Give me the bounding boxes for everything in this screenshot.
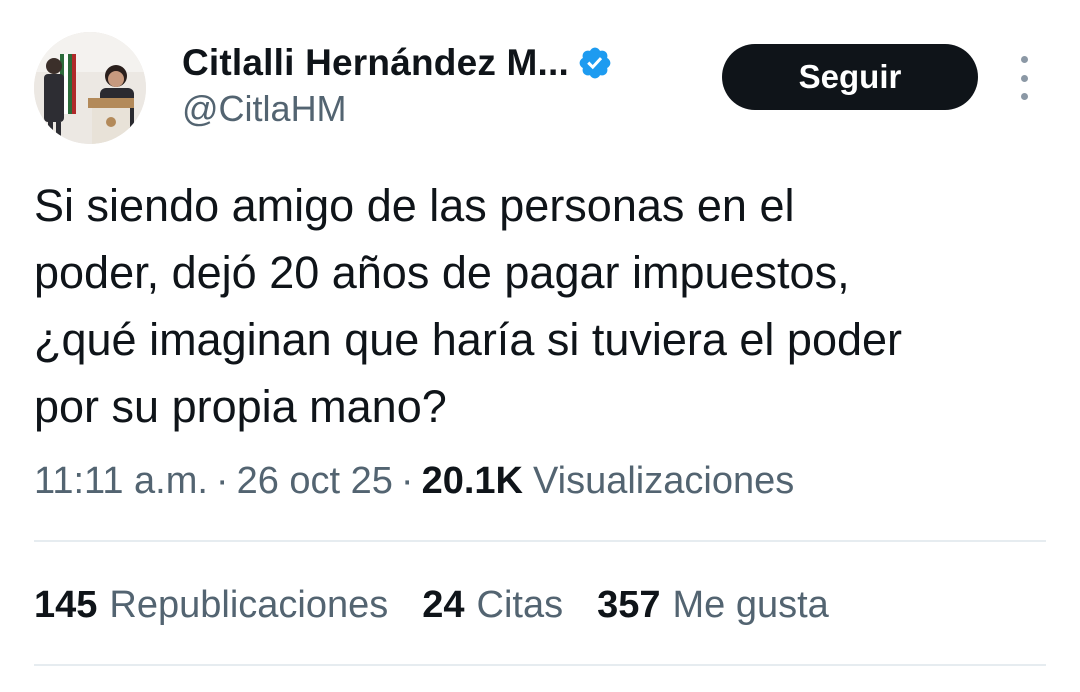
quotes-stat[interactable]: 24 Citas: [422, 584, 563, 627]
tweet-text: Si siendo amigo de las personas en el po…: [34, 172, 1044, 440]
divider: [34, 540, 1046, 542]
author-handle[interactable]: @CitlaHM: [182, 88, 347, 130]
avatar-photo: [34, 32, 146, 144]
tweet-time[interactable]: 11:11 a.m.: [34, 460, 208, 503]
more-dot: [1020, 56, 1028, 63]
engagement-stats: 145 Republicaciones 24 Citas 357 Me gusta: [34, 584, 863, 627]
quotes-label: Citas: [476, 584, 564, 626]
meta-separator: ·: [215, 460, 229, 502]
avatar[interactable]: [34, 32, 146, 144]
likes-label: Me gusta: [672, 584, 829, 626]
meta-separator: ·: [400, 460, 414, 502]
divider: [34, 664, 1046, 666]
likes-count: 357: [597, 584, 661, 626]
tweet-date[interactable]: 26 oct 25: [237, 460, 393, 503]
tweet-meta: 11:11 a.m. · 26 oct 25 · 20.1K Visualiza…: [34, 460, 794, 503]
more-options-icon[interactable]: [1010, 56, 1038, 100]
more-dot: [1020, 93, 1028, 100]
reposts-stat[interactable]: 145 Republicaciones: [34, 584, 388, 627]
author-display-name[interactable]: Citlalli Hernández M...: [182, 42, 569, 84]
reposts-label: Republicaciones: [109, 584, 389, 626]
author-name-row: Citlalli Hernández M...: [182, 40, 613, 86]
views-label: Visualizaciones: [532, 460, 795, 502]
tweet-text-line: poder, dejó 20 años de pagar impuestos,: [34, 247, 850, 298]
follow-button[interactable]: Seguir: [722, 44, 978, 110]
quotes-count: 24: [422, 584, 465, 626]
likes-stat[interactable]: 357 Me gusta: [597, 584, 829, 627]
verified-badge-icon: [577, 45, 613, 81]
tweet-text-line: por su propia mano?: [34, 381, 447, 432]
views-count: 20.1K: [421, 460, 523, 502]
tweet-text-line: Si siendo amigo de las personas en el: [34, 180, 795, 231]
tweet-detail: Citlalli Hernández M... @CitlaHM Seguir …: [0, 0, 1080, 692]
more-dot: [1020, 74, 1028, 82]
tweet-text-line: ¿qué imaginan que haría si tuviera el po…: [34, 314, 903, 365]
reposts-count: 145: [34, 584, 98, 626]
